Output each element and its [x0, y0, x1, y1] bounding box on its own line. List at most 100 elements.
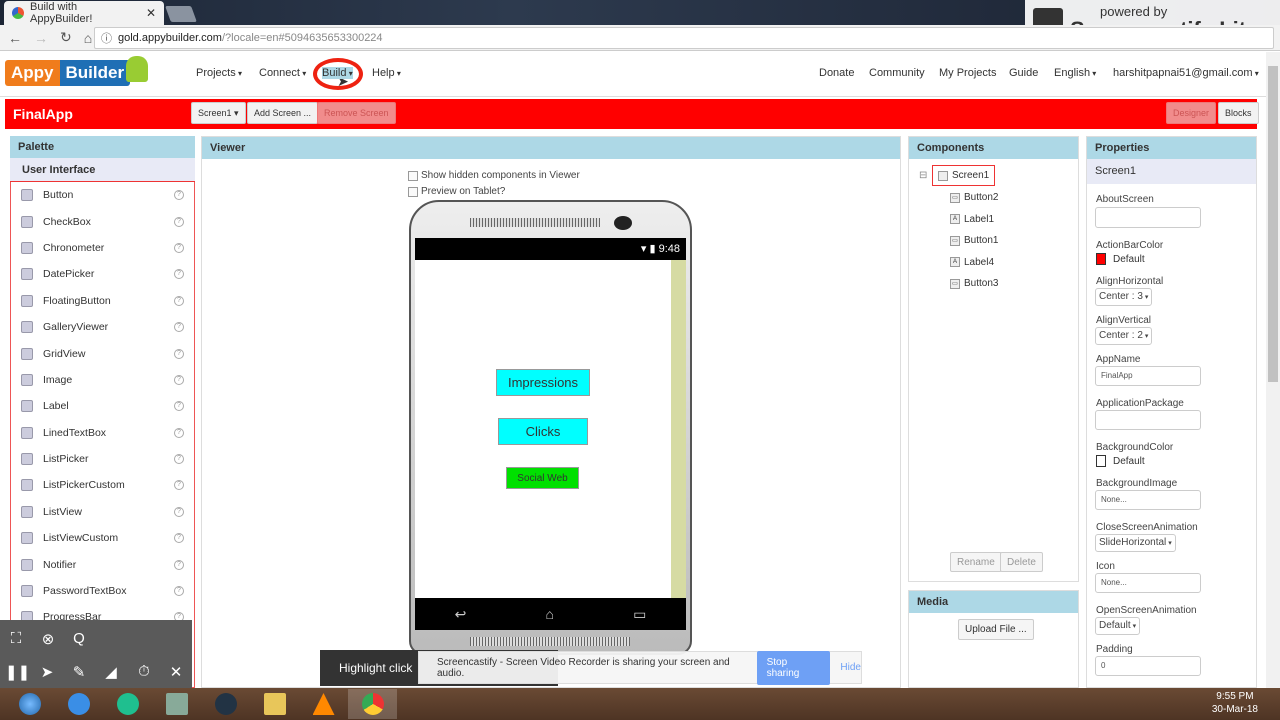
- taskbar-vlc[interactable]: [299, 689, 348, 719]
- add-screen-button[interactable]: Add Screen ...: [247, 102, 319, 124]
- background-color-picker[interactable]: Default: [1096, 455, 1145, 467]
- checkbox-box[interactable]: [408, 170, 418, 181]
- account-menu[interactable]: harshitpapnai51@gmail.com: [1113, 67, 1259, 79]
- home-icon[interactable]: ⌂: [84, 30, 92, 46]
- help-icon[interactable]: ?: [174, 269, 184, 280]
- about-screen-input[interactable]: [1095, 207, 1201, 228]
- palette-item-passwordtextbox[interactable]: PasswordTextBox?: [11, 578, 194, 604]
- menu-projects[interactable]: Projects: [196, 67, 242, 79]
- taskbar-clock[interactable]: 9:55 PM 30-Mar-18: [1212, 690, 1258, 716]
- actionbar-color-picker[interactable]: Default: [1096, 253, 1145, 265]
- link-community[interactable]: Community: [869, 67, 925, 79]
- reload-icon[interactable]: ↻: [60, 29, 72, 46]
- application-package-input[interactable]: [1095, 410, 1201, 430]
- viewer-button-social-web[interactable]: Social Web: [506, 467, 579, 489]
- taskbar-ie[interactable]: [54, 689, 103, 719]
- palette-section-user-interface[interactable]: User Interface: [10, 158, 195, 182]
- help-icon[interactable]: ?: [174, 506, 184, 517]
- hide-button[interactable]: Hide: [840, 662, 861, 673]
- fullscreen-icon[interactable]: ⛶: [5, 630, 27, 647]
- link-my-projects[interactable]: My Projects: [939, 67, 996, 79]
- screen-select[interactable]: Screen1 ▾: [191, 102, 246, 124]
- icon-input[interactable]: None...: [1095, 573, 1201, 593]
- help-icon[interactable]: ?: [174, 480, 184, 491]
- help-icon[interactable]: ?: [174, 586, 184, 597]
- taskbar-chat[interactable]: [103, 689, 152, 719]
- blocks-button[interactable]: Blocks: [1218, 102, 1259, 124]
- palette-item-gridview[interactable]: GridView?: [11, 340, 194, 366]
- new-tab-button[interactable]: [165, 6, 197, 22]
- browser-tab[interactable]: Build with AppyBuilder! ✕: [4, 1, 164, 25]
- taskbar-chrome[interactable]: [348, 689, 397, 719]
- zoom-icon[interactable]: Q: [68, 630, 90, 647]
- link-guide[interactable]: Guide: [1009, 67, 1038, 79]
- pointer-icon[interactable]: ➤: [36, 663, 58, 681]
- palette-item-listviewcustom[interactable]: ListViewCustom?: [11, 525, 194, 551]
- back-icon[interactable]: ←: [8, 30, 22, 46]
- taskbar-explorer[interactable]: [250, 689, 299, 719]
- scrollbar-thumb[interactable]: [1268, 66, 1278, 382]
- link-donate[interactable]: Donate: [819, 67, 854, 79]
- help-icon[interactable]: ?: [174, 401, 184, 412]
- help-icon[interactable]: ?: [174, 427, 184, 438]
- help-icon[interactable]: ?: [174, 454, 184, 465]
- viewer-button-clicks[interactable]: Clicks: [498, 418, 588, 445]
- url-input[interactable]: ⓘ gold.appybuilder.com/?locale=en#5094635…: [94, 27, 1274, 49]
- palette-item-checkbox[interactable]: CheckBox?: [11, 208, 194, 234]
- align-vertical-select[interactable]: Center : 2: [1095, 327, 1153, 345]
- help-icon[interactable]: ?: [174, 533, 184, 544]
- pen-icon[interactable]: ✎: [68, 663, 90, 681]
- palette-item-linedtextbox[interactable]: LinedTextBox?: [11, 420, 194, 446]
- preview-tablet-checkbox[interactable]: Preview on Tablet?: [408, 186, 505, 197]
- align-horizontal-select[interactable]: Center : 3: [1095, 288, 1153, 306]
- checkbox-box[interactable]: [408, 186, 418, 197]
- rename-button[interactable]: Rename: [950, 552, 1002, 572]
- close-animation-select[interactable]: SlideHorizontal: [1095, 534, 1176, 552]
- component-button3[interactable]: ▭ Button3: [950, 278, 998, 289]
- stop-sharing-button[interactable]: Stop sharing: [756, 650, 831, 685]
- component-label4[interactable]: A Label4: [950, 257, 994, 268]
- taskbar-nox[interactable]: [201, 689, 250, 719]
- remove-screen-button[interactable]: Remove Screen: [317, 102, 396, 124]
- help-icon[interactable]: ?: [174, 295, 184, 306]
- palette-item-notifier[interactable]: Notifier?: [11, 551, 194, 577]
- open-animation-select[interactable]: Default: [1095, 617, 1141, 635]
- language-menu[interactable]: English: [1054, 67, 1096, 79]
- delete-button[interactable]: Delete: [1000, 552, 1043, 572]
- timer-icon[interactable]: ⏱: [133, 663, 155, 680]
- eraser-icon[interactable]: ◢: [100, 663, 122, 681]
- palette-item-chronometer[interactable]: Chronometer?: [11, 235, 194, 261]
- close-icon[interactable]: ✕: [165, 663, 187, 681]
- menu-build[interactable]: Build: [322, 67, 353, 79]
- forward-icon[interactable]: →: [34, 30, 48, 46]
- palette-item-label[interactable]: Label?: [11, 393, 194, 419]
- help-icon[interactable]: ?: [174, 374, 184, 385]
- help-icon[interactable]: ?: [174, 242, 184, 253]
- menu-connect[interactable]: Connect: [259, 67, 306, 79]
- appybuilder-logo[interactable]: Appy Builder: [5, 56, 149, 86]
- palette-item-galleryviewer[interactable]: GalleryViewer?: [11, 314, 194, 340]
- taskbar-computer[interactable]: [152, 689, 201, 719]
- palette-item-floatingbutton[interactable]: FloatingButton?: [11, 288, 194, 314]
- cancel-icon[interactable]: ⊗: [37, 630, 59, 648]
- component-button2[interactable]: ▭ Button2: [950, 192, 998, 203]
- menu-help[interactable]: Help: [372, 67, 401, 79]
- palette-item-image[interactable]: Image?: [11, 367, 194, 393]
- padding-input[interactable]: 0: [1095, 656, 1201, 676]
- start-button[interactable]: [5, 689, 54, 719]
- collapse-icon[interactable]: ⊟: [919, 170, 927, 181]
- viewer-button-impressions[interactable]: Impressions: [496, 369, 590, 396]
- palette-item-listpicker[interactable]: ListPicker?: [11, 446, 194, 472]
- background-image-input[interactable]: None...: [1095, 490, 1201, 510]
- component-button1[interactable]: ▭ Button1: [950, 235, 998, 246]
- designer-button[interactable]: Designer: [1166, 102, 1217, 124]
- help-icon[interactable]: ?: [174, 559, 184, 570]
- palette-item-listview[interactable]: ListView?: [11, 499, 194, 525]
- help-icon[interactable]: ?: [174, 322, 184, 333]
- palette-item-datepicker[interactable]: DatePicker?: [11, 261, 194, 287]
- palette-item-button[interactable]: Button?: [11, 182, 194, 208]
- show-hidden-checkbox[interactable]: Show hidden components in Viewer: [408, 170, 580, 181]
- help-icon[interactable]: ?: [174, 190, 184, 201]
- component-label1[interactable]: A Label1: [950, 214, 994, 225]
- pause-icon[interactable]: ❚❚: [5, 663, 30, 681]
